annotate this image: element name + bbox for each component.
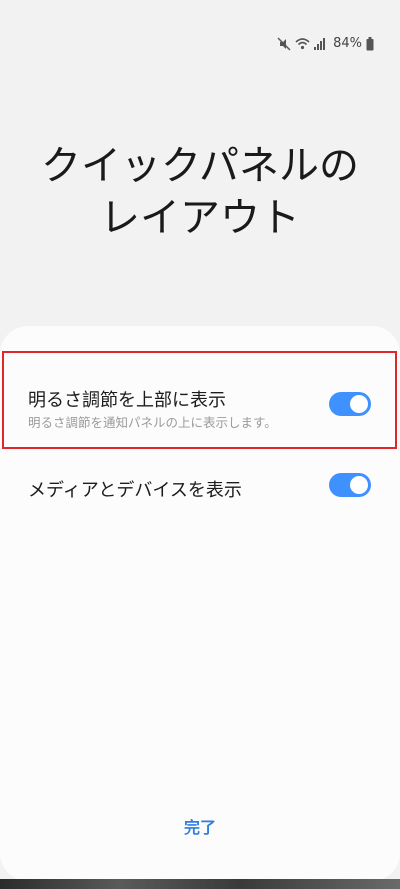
background-strip — [0, 879, 400, 889]
toggle-knob — [350, 476, 368, 494]
setting-label: 明るさ調節を上部に表示 — [28, 390, 226, 411]
wifi-icon — [295, 37, 310, 51]
brightness-toggle[interactable] — [329, 392, 371, 416]
battery-percent: 84% — [333, 36, 362, 51]
page-title: クイックパネルの レイアウト — [41, 143, 359, 241]
battery-icon — [366, 37, 374, 51]
setting-row-brightness[interactable]: 明るさ調節を上部に表示 明るさ調節を通知パネルの上に表示します。 — [0, 350, 400, 450]
mute-icon — [277, 37, 291, 51]
toggle-knob — [350, 395, 368, 413]
status-icons: 84% — [277, 36, 374, 52]
setting-label: メディアとデバイスを表示 — [28, 480, 242, 501]
signal-icon — [314, 37, 326, 51]
media-devices-toggle[interactable] — [329, 473, 371, 497]
setting-row-media-devices[interactable]: メディアとデバイスを表示 — [0, 455, 400, 519]
setting-description: 明るさ調節を通知パネルの上に表示します。 — [28, 415, 277, 430]
status-bar: 84% — [0, 0, 400, 80]
done-button[interactable]: 完了 — [150, 810, 250, 846]
